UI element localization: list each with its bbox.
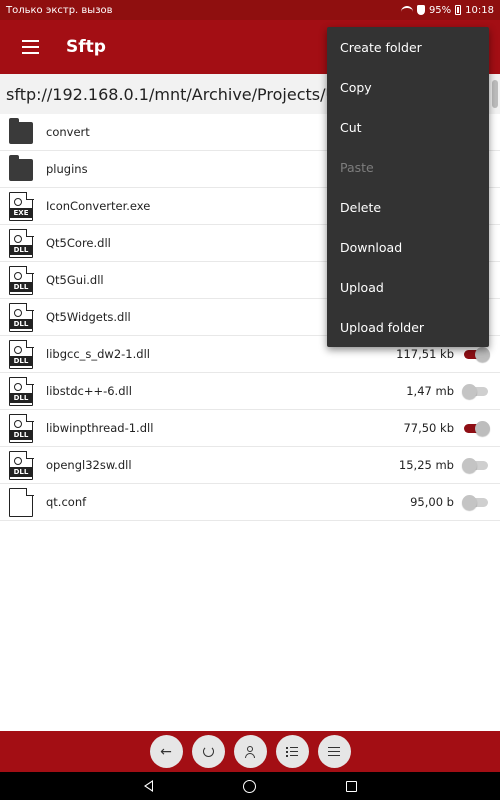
system-nav-bar bbox=[0, 772, 500, 800]
refresh-icon[interactable] bbox=[191, 735, 225, 768]
file-name: Qt5Gui.dll bbox=[46, 273, 104, 287]
menu-item-upload[interactable]: Upload bbox=[327, 267, 489, 307]
battery-icon bbox=[455, 5, 462, 15]
folder-icon bbox=[9, 118, 33, 144]
gear-icon bbox=[14, 272, 22, 280]
folder-icon bbox=[9, 155, 33, 181]
file-type-tag: DLL bbox=[9, 356, 33, 366]
gear-icon bbox=[14, 235, 22, 243]
file-type-tag: DLL bbox=[9, 467, 33, 477]
hamburger-menu-icon[interactable] bbox=[0, 20, 60, 74]
dll-file-icon: DLL bbox=[9, 228, 34, 258]
menu-item-delete[interactable]: Delete bbox=[327, 187, 489, 227]
menu-item-cut[interactable]: Cut bbox=[327, 107, 489, 147]
file-size: 117,51 kb bbox=[396, 347, 454, 361]
app-screen: Только экстр. вызов 95% 10:18 Sftp sftp:… bbox=[0, 0, 500, 800]
battery-percent: 95% bbox=[428, 4, 452, 16]
menu-item-paste: Paste bbox=[340, 159, 374, 175]
menu-item-copy[interactable]: Copy bbox=[327, 67, 489, 107]
list-icon[interactable] bbox=[275, 735, 309, 768]
gear-icon bbox=[14, 457, 22, 465]
file-icon bbox=[9, 487, 34, 517]
file-row[interactable]: qt.conf 95,00 b bbox=[0, 484, 500, 521]
gear-icon bbox=[14, 309, 22, 317]
select-toggle[interactable] bbox=[462, 347, 490, 362]
file-type-tag: DLL bbox=[9, 245, 33, 255]
menu-item-upload-folder[interactable]: Upload folder bbox=[327, 307, 489, 347]
file-name: Qt5Core.dll bbox=[46, 236, 111, 250]
dll-file-icon: DLL bbox=[9, 450, 34, 480]
file-size: 77,50 kb bbox=[403, 421, 454, 435]
shield-icon bbox=[416, 5, 425, 15]
menu-item-create-folder[interactable]: Create folder bbox=[327, 27, 489, 67]
status-icons: 95% 10:18 bbox=[400, 4, 494, 16]
file-name: qt.conf bbox=[46, 495, 87, 509]
user-icon[interactable] bbox=[233, 735, 267, 768]
file-type-tag: DLL bbox=[9, 430, 33, 440]
file-name: libstdc++-6.dll bbox=[46, 384, 132, 398]
file-row[interactable]: DLL libwinpthread-1.dll 77,50 kb bbox=[0, 410, 500, 447]
action-bar: ← bbox=[0, 731, 500, 772]
select-toggle[interactable] bbox=[462, 495, 490, 510]
lines-icon[interactable] bbox=[317, 735, 351, 768]
nav-recents-icon[interactable] bbox=[346, 780, 357, 792]
file-name: IconConverter.exe bbox=[46, 199, 151, 213]
file-name: plugins bbox=[46, 162, 88, 176]
gear-icon bbox=[14, 383, 22, 391]
file-name: convert bbox=[46, 125, 90, 139]
carrier-text: Только экстр. вызов bbox=[6, 4, 113, 16]
dll-file-icon: DLL bbox=[9, 265, 34, 295]
dll-file-icon: DLL bbox=[9, 413, 34, 443]
clock: 10:18 bbox=[465, 4, 494, 16]
file-name: libwinpthread-1.dll bbox=[46, 421, 154, 435]
wifi-icon bbox=[400, 6, 413, 14]
path-scroll-indicator bbox=[492, 80, 498, 108]
select-toggle[interactable] bbox=[462, 421, 490, 436]
file-name: libgcc_s_dw2-1.dll bbox=[46, 347, 150, 361]
menu-item-download[interactable]: Download bbox=[327, 227, 489, 267]
app-title: Sftp bbox=[66, 37, 106, 57]
file-size: 15,25 mb bbox=[398, 458, 454, 472]
file-type-tag: DLL bbox=[9, 319, 33, 329]
status-bar: Только экстр. вызов 95% 10:18 bbox=[0, 0, 500, 20]
file-size: 1,47 mb bbox=[406, 384, 454, 398]
dll-file-icon: DLL bbox=[9, 339, 34, 369]
select-toggle[interactable] bbox=[462, 384, 490, 399]
file-type-tag: DLL bbox=[9, 282, 33, 292]
context-menu: Create folder Copy Cut Paste Delete Download U… bbox=[327, 27, 489, 347]
file-name: opengl32sw.dll bbox=[46, 458, 132, 472]
dll-file-icon: DLL bbox=[9, 302, 34, 332]
file-name: Qt5Widgets.dll bbox=[46, 310, 131, 324]
file-size: 95,00 b bbox=[410, 495, 454, 509]
file-row[interactable]: DLL libstdc++-6.dll 1,47 mb bbox=[0, 373, 500, 410]
nav-back-icon[interactable] bbox=[143, 780, 153, 792]
file-type-tag: EXE bbox=[9, 208, 33, 218]
gear-icon bbox=[14, 420, 22, 428]
nav-home-icon[interactable] bbox=[243, 779, 256, 793]
dll-file-icon: DLL bbox=[9, 376, 34, 406]
exe-file-icon: EXE bbox=[9, 191, 34, 221]
gear-icon bbox=[14, 198, 22, 206]
gear-icon bbox=[14, 346, 22, 354]
file-type-tag: DLL bbox=[9, 393, 33, 403]
file-row[interactable]: DLL opengl32sw.dll 15,25 mb bbox=[0, 447, 500, 484]
select-toggle[interactable] bbox=[462, 458, 490, 473]
back-arrow-icon[interactable]: ← bbox=[149, 735, 183, 768]
